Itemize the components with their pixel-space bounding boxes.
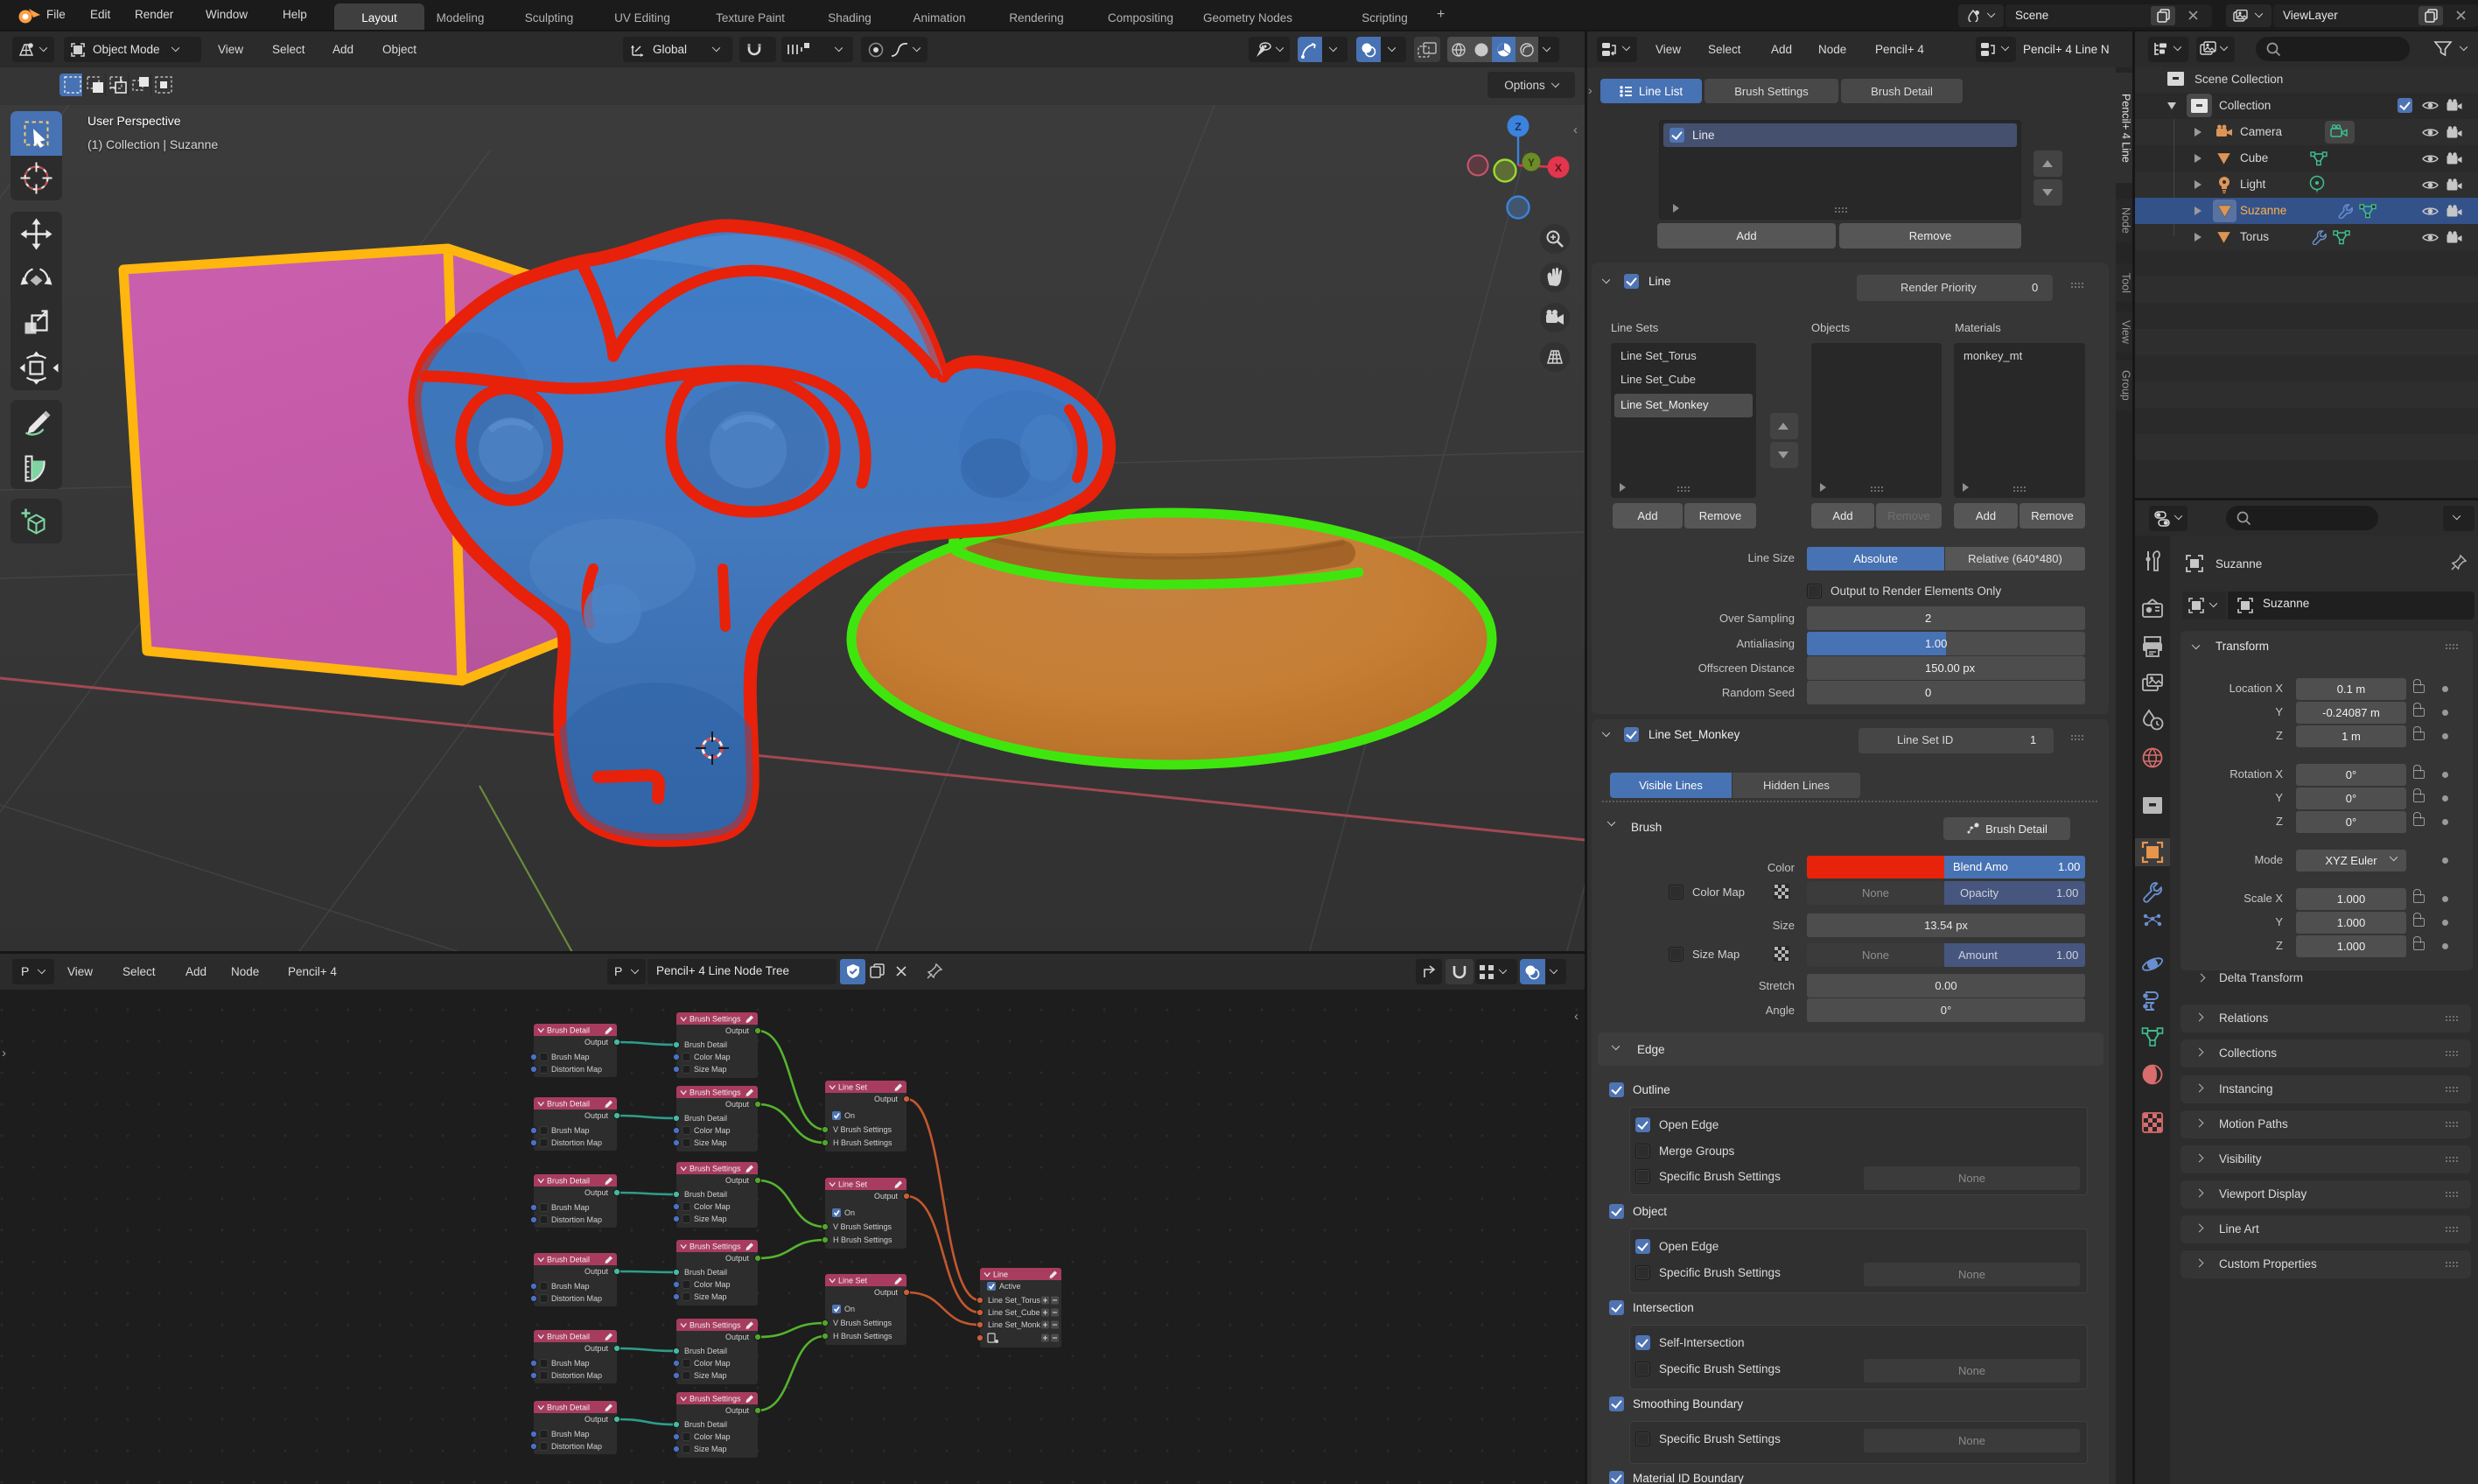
svg-text:Active: Active <box>999 1282 1021 1291</box>
svg-text:Color Map: Color Map <box>694 1432 731 1441</box>
svg-text:H Brush Settings: H Brush Settings <box>833 1138 892 1147</box>
svg-text:Output: Output <box>584 1111 609 1120</box>
svg-text:Size Map: Size Map <box>694 1292 727 1301</box>
svg-text:Line Set_Monk: Line Set_Monk <box>988 1320 1041 1329</box>
svg-text:Output: Output <box>874 1095 899 1103</box>
svg-text:Brush Detail: Brush Detail <box>684 1114 727 1123</box>
svg-text:Brush Settings: Brush Settings <box>690 1321 741 1330</box>
svg-text:Line: Line <box>993 1270 1008 1279</box>
svg-text:Brush Map: Brush Map <box>551 1203 590 1212</box>
svg-text:Size Map: Size Map <box>694 1371 727 1380</box>
svg-text:Output: Output <box>584 1415 609 1424</box>
svg-text:Line Set_Cube: Line Set_Cube <box>988 1308 1040 1317</box>
svg-text:Output: Output <box>725 1100 750 1109</box>
svg-text:Brush Detail: Brush Detail <box>547 1177 590 1186</box>
svg-text:Brush Settings: Brush Settings <box>690 1015 741 1024</box>
svg-text:Size Map: Size Map <box>694 1214 727 1223</box>
svg-text:Size Map: Size Map <box>694 1138 727 1147</box>
svg-text:On: On <box>844 1111 855 1120</box>
svg-text:H Brush Settings: H Brush Settings <box>833 1332 892 1340</box>
svg-text:Brush Detail: Brush Detail <box>684 1347 727 1355</box>
svg-text:Brush Detail: Brush Detail <box>547 1333 590 1341</box>
svg-text:Line Set_Torus: Line Set_Torus <box>988 1296 1041 1305</box>
svg-text:H Brush Settings: H Brush Settings <box>833 1236 892 1244</box>
svg-text:Brush Detail: Brush Detail <box>684 1268 727 1277</box>
svg-text:Output: Output <box>725 1026 750 1035</box>
svg-text:Output: Output <box>584 1188 609 1197</box>
svg-text:Line Set: Line Set <box>838 1083 868 1092</box>
svg-text:Brush Detail: Brush Detail <box>684 1420 727 1429</box>
svg-text:Size Map: Size Map <box>694 1445 727 1453</box>
svg-text:Brush Detail: Brush Detail <box>547 1100 590 1109</box>
svg-text:Brush Detail: Brush Detail <box>684 1190 727 1199</box>
svg-text:Distortion Map: Distortion Map <box>551 1065 602 1074</box>
svg-text:Brush Settings: Brush Settings <box>690 1395 741 1404</box>
svg-text:V Brush Settings: V Brush Settings <box>833 1222 892 1231</box>
svg-text:Color Map: Color Map <box>694 1202 731 1211</box>
svg-text:Output: Output <box>584 1344 609 1353</box>
svg-text:Output: Output <box>725 1254 750 1263</box>
svg-text:Color Map: Color Map <box>694 1053 731 1061</box>
svg-text:Brush Settings: Brush Settings <box>690 1242 741 1251</box>
svg-text:V Brush Settings: V Brush Settings <box>833 1125 892 1134</box>
svg-text:V Brush Settings: V Brush Settings <box>833 1319 892 1327</box>
svg-text:Brush Map: Brush Map <box>551 1359 590 1368</box>
svg-text:Distortion Map: Distortion Map <box>551 1442 602 1451</box>
svg-text:Brush Settings: Brush Settings <box>690 1088 741 1097</box>
svg-text:On: On <box>844 1208 855 1217</box>
svg-text:Distortion Map: Distortion Map <box>551 1371 602 1380</box>
svg-text:Distortion Map: Distortion Map <box>551 1294 602 1303</box>
svg-text:Output: Output <box>874 1288 899 1297</box>
svg-text:Output: Output <box>584 1267 609 1276</box>
svg-text:Color Map: Color Map <box>694 1126 731 1135</box>
svg-text:Brush Detail: Brush Detail <box>684 1040 727 1049</box>
svg-text:Output: Output <box>725 1333 750 1341</box>
svg-text:Brush Map: Brush Map <box>551 1126 590 1135</box>
svg-text:Brush Detail: Brush Detail <box>547 1404 590 1412</box>
svg-text:Color Map: Color Map <box>694 1280 731 1289</box>
svg-text:Output: Output <box>584 1038 609 1046</box>
svg-text:Size Map: Size Map <box>694 1065 727 1074</box>
svg-text:Brush Map: Brush Map <box>551 1282 590 1291</box>
svg-text:Brush Map: Brush Map <box>551 1430 590 1438</box>
svg-text:Distortion Map: Distortion Map <box>551 1138 602 1147</box>
svg-text:X: X <box>1555 162 1562 174</box>
svg-text:Brush Detail: Brush Detail <box>547 1026 590 1035</box>
svg-text:On: On <box>844 1305 855 1313</box>
svg-text:Color Map: Color Map <box>694 1359 731 1368</box>
svg-text:Brush Detail: Brush Detail <box>547 1256 590 1264</box>
svg-text:Brush Settings: Brush Settings <box>690 1165 741 1173</box>
svg-text:Y: Y <box>1528 158 1535 169</box>
svg-text:Output: Output <box>725 1176 750 1185</box>
svg-text:Distortion Map: Distortion Map <box>551 1215 602 1224</box>
svg-text:Line Set: Line Set <box>838 1180 868 1189</box>
svg-text:Line Set: Line Set <box>838 1277 868 1285</box>
svg-text:Output: Output <box>874 1192 899 1200</box>
svg-text:Output: Output <box>725 1406 750 1415</box>
svg-text:Brush Map: Brush Map <box>551 1053 590 1061</box>
svg-text:Z: Z <box>1515 121 1521 133</box>
